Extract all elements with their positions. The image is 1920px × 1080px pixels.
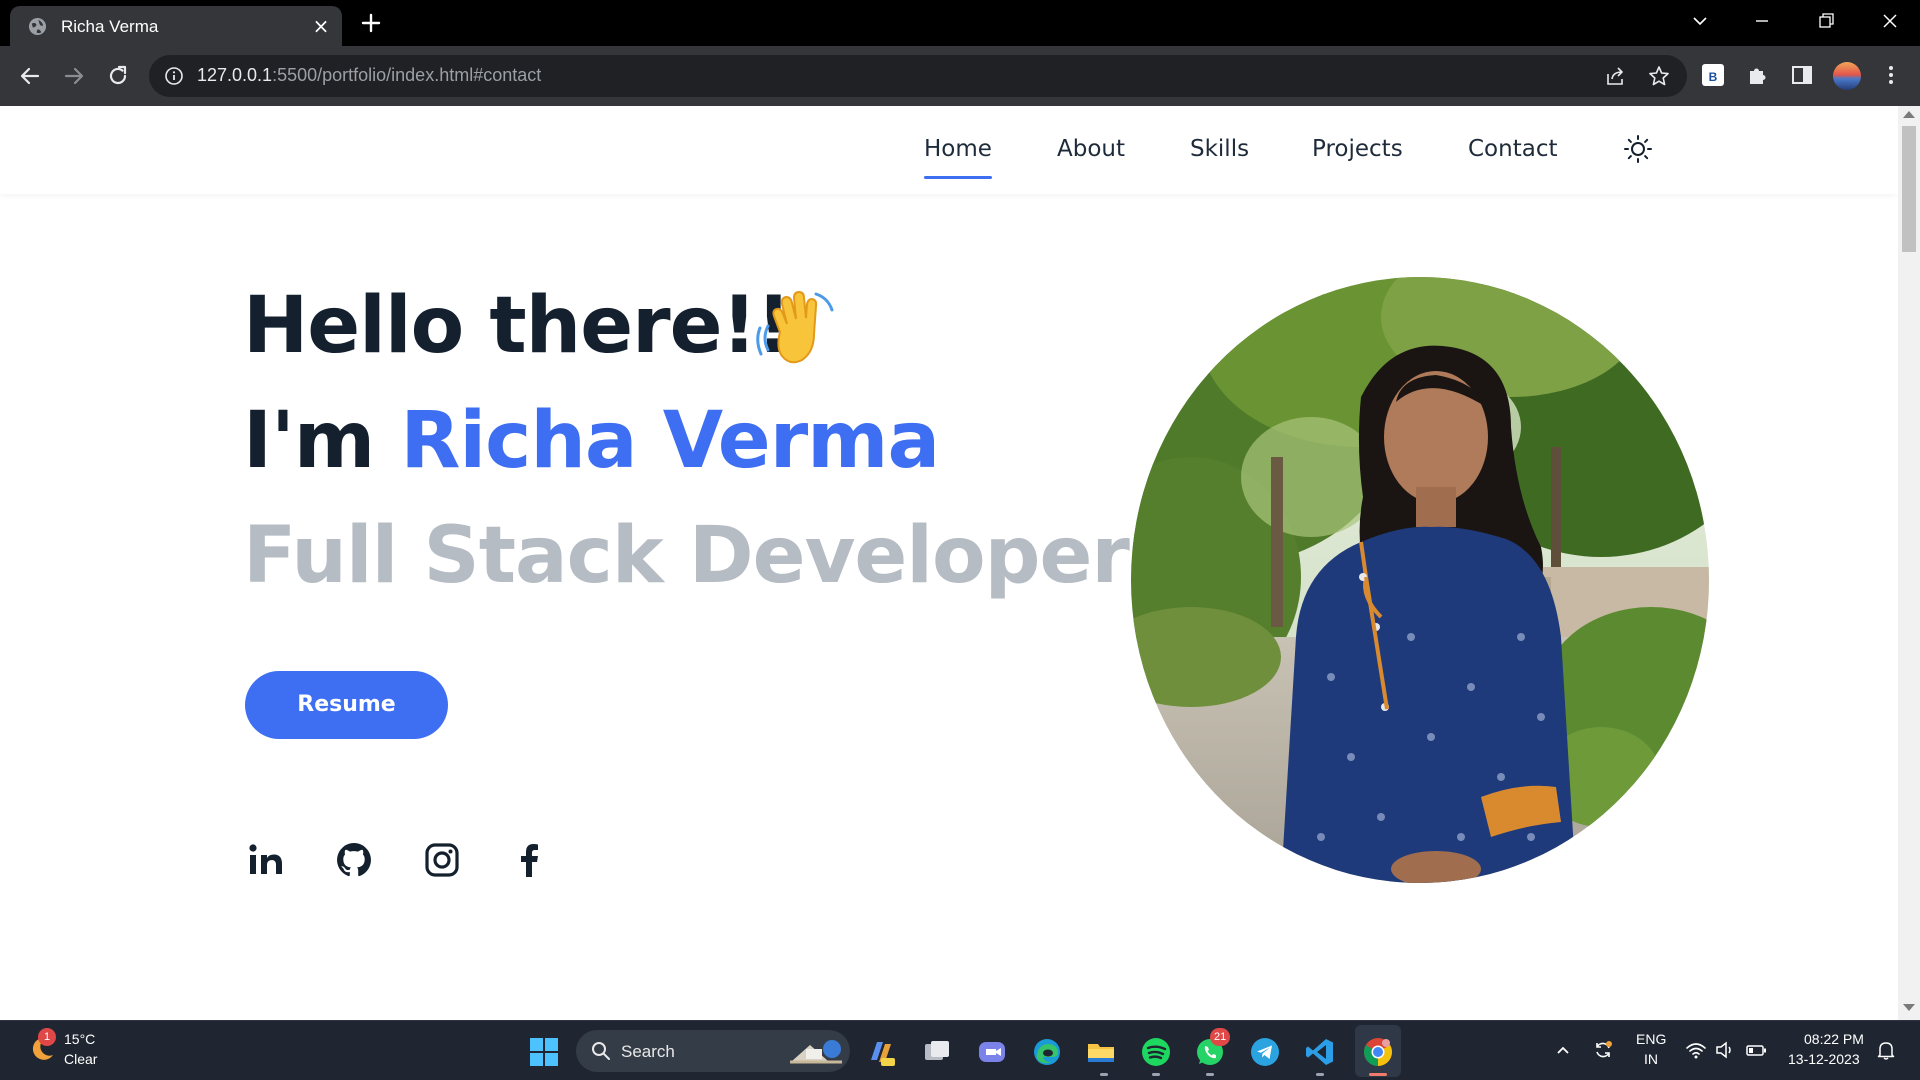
intro-prefix: I'm [243, 396, 401, 486]
scroll-down-arrow-icon[interactable] [1903, 1004, 1915, 1011]
telegram-icon[interactable] [1249, 1036, 1281, 1068]
region-indicator: IN [1644, 1051, 1658, 1067]
site-navbar: Home About Skills Projects Contact [0, 106, 1898, 194]
clock-time[interactable]: 08:22 PM [1804, 1031, 1864, 1047]
web-page: Home About Skills Projects Contact Hello… [0, 106, 1898, 1020]
spotify-running-indicator [1152, 1073, 1160, 1076]
resume-button[interactable]: Resume [245, 671, 448, 739]
explorer-running-indicator [1100, 1073, 1108, 1076]
sun-theme-toggle-icon[interactable] [1623, 134, 1653, 164]
browser-tab-strip: Richa Verma × [0, 0, 1920, 46]
linkedin-icon[interactable] [247, 841, 285, 879]
sync-icon[interactable] [1592, 1039, 1614, 1061]
whatsapp-badge: 21 [1210, 1028, 1231, 1046]
close-tab-icon[interactable]: × [312, 16, 330, 36]
windows-taskbar: 1 15°C Clear Search 21 ENG IN 08:22 PM 1… [0, 1020, 1920, 1080]
new-tab-icon[interactable] [358, 10, 384, 36]
vscode-running-indicator [1316, 1073, 1324, 1076]
url-host: 127.0.0.1 [197, 65, 273, 85]
hero-role: Full Stack Developer [243, 511, 1130, 601]
weather-temperature: 15°C [64, 1031, 96, 1047]
weather-condition: Clear [64, 1051, 98, 1067]
copilot-icon[interactable] [865, 1036, 897, 1068]
forward-icon[interactable] [61, 63, 87, 89]
language-indicator[interactable]: ENG [1636, 1031, 1666, 1047]
site-info-icon[interactable] [164, 66, 184, 86]
chrome-icon[interactable] [1362, 1036, 1394, 1068]
menu-kebab-icon[interactable] [1878, 62, 1904, 88]
wifi-icon[interactable] [1685, 1039, 1707, 1061]
nav-about[interactable]: About [1057, 136, 1125, 162]
globe-icon [28, 17, 47, 36]
share-icon[interactable] [1604, 65, 1626, 87]
address-bar[interactable]: 127.0.0.1:5500/portfolio/index.html#cont… [149, 55, 1687, 97]
nav-contact[interactable]: Contact [1468, 136, 1557, 162]
nav-home[interactable]: Home [924, 136, 992, 179]
close-window-icon[interactable] [1875, 8, 1905, 34]
spotify-icon[interactable] [1140, 1036, 1172, 1068]
windows-start-icon[interactable] [529, 1037, 559, 1067]
weather-badge: 1 [38, 1028, 56, 1046]
tab-search-chevron-icon[interactable] [1685, 8, 1715, 34]
restore-icon[interactable] [1811, 8, 1841, 34]
waving-hand-icon [756, 290, 834, 364]
file-explorer-icon[interactable] [1085, 1036, 1117, 1068]
profile-avatar[interactable] [1833, 62, 1861, 90]
page-scrollbar[interactable] [1898, 106, 1920, 1020]
search-placeholder: Search [621, 1042, 675, 1061]
url-path: :5500/portfolio/index.html#contact [272, 65, 542, 85]
hero-greeting: Hello there!! [243, 281, 792, 371]
tab-title: Richa Verma [61, 17, 159, 36]
side-panel-icon[interactable] [1789, 62, 1815, 88]
chevron-up-icon[interactable] [1552, 1039, 1574, 1061]
extension-b-icon[interactable]: B [1702, 64, 1724, 86]
back-icon[interactable] [17, 63, 43, 89]
bookmark-star-icon[interactable] [1648, 65, 1670, 87]
browser-tab[interactable]: Richa Verma × [10, 6, 342, 46]
profile-photo [1131, 277, 1709, 883]
search-highlight-illustration-icon [790, 1040, 842, 1064]
reload-icon[interactable] [105, 63, 131, 89]
search-icon [592, 1042, 610, 1060]
vscode-icon[interactable] [1304, 1036, 1336, 1068]
hero-name: Richa Verma [400, 396, 940, 486]
battery-icon[interactable] [1745, 1039, 1767, 1061]
github-icon[interactable] [335, 841, 373, 879]
whatsapp-running-indicator [1206, 1073, 1214, 1076]
volume-icon[interactable] [1714, 1039, 1736, 1061]
hero-intro: I'm Richa Verma [243, 396, 940, 486]
nav-skills[interactable]: Skills [1190, 136, 1249, 162]
instagram-icon[interactable] [423, 841, 461, 879]
task-view-icon[interactable] [921, 1036, 953, 1068]
clock-date[interactable]: 13-12-2023 [1788, 1051, 1860, 1067]
url-text: 127.0.0.1:5500/portfolio/index.html#cont… [197, 65, 541, 86]
notification-bell-icon[interactable] [1875, 1039, 1897, 1061]
extensions-puzzle-icon[interactable] [1745, 62, 1771, 88]
scroll-up-arrow-icon[interactable] [1903, 111, 1915, 118]
minimize-icon[interactable] [1747, 8, 1777, 34]
facebook-icon[interactable] [511, 841, 549, 879]
taskbar-search[interactable]: Search [576, 1030, 850, 1072]
edge-icon[interactable] [1031, 1036, 1063, 1068]
nav-projects[interactable]: Projects [1312, 136, 1403, 162]
browser-toolbar: 127.0.0.1:5500/portfolio/index.html#cont… [0, 46, 1920, 106]
scrollbar-thumb[interactable] [1902, 126, 1916, 252]
teams-chat-icon[interactable] [976, 1036, 1008, 1068]
chrome-running-indicator [1369, 1073, 1387, 1076]
